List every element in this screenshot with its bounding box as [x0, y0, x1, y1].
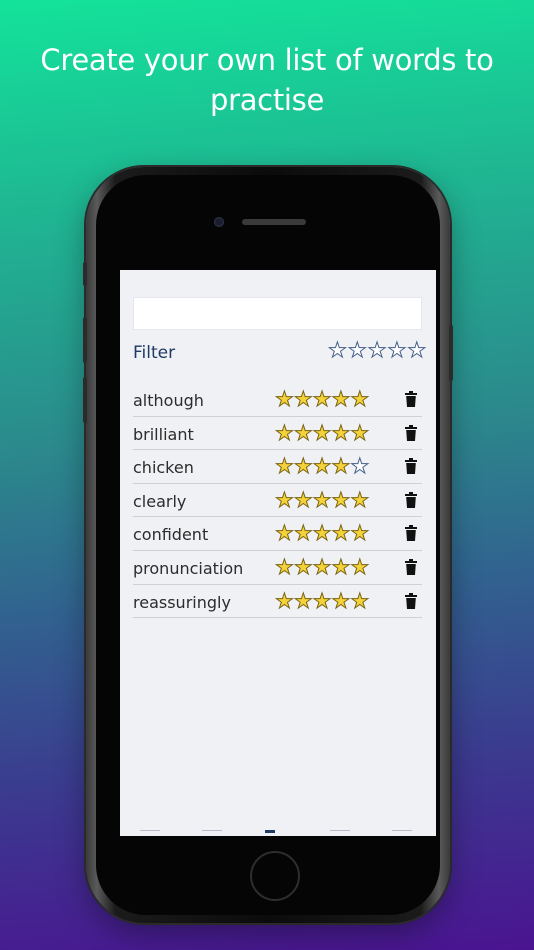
word-list: although ★ ★ ★ ★ ★ brilliant ★ ★ ★ ★ ★ chicken ★ ★ ★ ★ ★ c…	[133, 383, 422, 619]
star-filled-icon[interactable]: ★	[275, 556, 295, 578]
trash-icon[interactable]	[405, 458, 417, 475]
word-row[interactable]: reassuringly ★ ★ ★ ★ ★	[133, 585, 422, 619]
filter-label: Filter	[133, 343, 176, 363]
word-label: reassuringly	[133, 592, 231, 612]
star-filled-icon[interactable]: ★	[275, 422, 295, 444]
star-filled-icon[interactable]: ★	[293, 590, 313, 612]
word-rating-stars[interactable]: ★ ★ ★ ★ ★	[275, 556, 370, 578]
star-filled-icon[interactable]: ★	[312, 556, 332, 578]
star-filled-icon[interactable]: ★	[350, 590, 370, 612]
word-row[interactable]: chicken ★ ★ ★ ★ ★	[133, 450, 422, 484]
star-filled-icon[interactable]: ★	[275, 455, 295, 477]
star-filled-icon[interactable]: ★	[293, 556, 313, 578]
star-filled-icon[interactable]: ★	[293, 388, 313, 410]
star-filled-icon[interactable]: ★	[350, 489, 370, 511]
tab-item-active[interactable]	[265, 830, 275, 834]
star-filled-icon[interactable]: ★	[331, 556, 351, 578]
star-empty-icon[interactable]: ★	[367, 339, 387, 361]
volume-down-button	[83, 377, 87, 423]
star-filled-icon[interactable]: ★	[293, 422, 313, 444]
star-filled-icon[interactable]: ★	[275, 590, 295, 612]
star-filled-icon[interactable]: ★	[293, 455, 313, 477]
word-rating-stars[interactable]: ★ ★ ★ ★ ★	[275, 489, 370, 511]
trash-icon[interactable]	[405, 391, 417, 407]
star-filled-icon[interactable]: ★	[312, 522, 332, 544]
star-filled-icon[interactable]: ★	[275, 388, 295, 410]
app-screen: Filter ★ ★ ★ ★ ★ although ★ ★ ★ ★ ★ brilliant ★ ★ ★ ★ ★…	[120, 270, 436, 836]
star-filled-icon[interactable]: ★	[350, 388, 370, 410]
trash-icon[interactable]	[405, 491, 417, 508]
star-filled-icon[interactable]: ★	[331, 590, 351, 612]
word-rating-stars[interactable]: ★ ★ ★ ★ ★	[275, 455, 370, 477]
star-empty-icon[interactable]: ★	[328, 339, 348, 361]
tab-item[interactable]	[392, 830, 412, 834]
star-filled-icon[interactable]: ★	[312, 388, 332, 410]
star-filled-icon[interactable]: ★	[312, 590, 332, 612]
star-filled-icon[interactable]: ★	[293, 489, 313, 511]
filter-rating-stars[interactable]: ★ ★ ★ ★ ★	[328, 339, 427, 361]
star-filled-icon[interactable]: ★	[331, 455, 351, 477]
star-filled-icon[interactable]: ★	[312, 422, 332, 444]
word-rating-stars[interactable]: ★ ★ ★ ★ ★	[275, 422, 370, 444]
word-row[interactable]: clearly ★ ★ ★ ★ ★	[133, 484, 422, 518]
tab-item[interactable]	[330, 830, 350, 834]
word-row[interactable]: brilliant ★ ★ ★ ★ ★	[133, 417, 422, 451]
star-filled-icon[interactable]: ★	[331, 489, 351, 511]
star-empty-icon[interactable]: ★	[347, 339, 367, 361]
star-empty-icon[interactable]: ★	[350, 455, 370, 477]
trash-icon[interactable]	[405, 525, 417, 542]
word-label: although	[133, 391, 204, 410]
star-filled-icon[interactable]: ★	[293, 522, 313, 544]
search-input[interactable]	[133, 297, 422, 330]
word-row[interactable]: although ★ ★ ★ ★ ★	[133, 383, 422, 417]
word-label: clearly	[133, 491, 187, 511]
trash-icon[interactable]	[405, 424, 417, 441]
tab-item[interactable]	[202, 830, 222, 834]
mute-switch	[83, 262, 87, 286]
star-filled-icon[interactable]: ★	[275, 522, 295, 544]
star-filled-icon[interactable]: ★	[350, 522, 370, 544]
phone-frame: Filter ★ ★ ★ ★ ★ although ★ ★ ★ ★ ★ brilliant ★ ★ ★ ★ ★…	[83, 167, 453, 923]
star-filled-icon[interactable]: ★	[312, 455, 332, 477]
word-rating-stars[interactable]: ★ ★ ★ ★ ★	[275, 522, 370, 544]
power-button	[449, 325, 453, 381]
word-label: chicken	[133, 458, 194, 478]
earpiece-speaker	[242, 219, 306, 225]
phone-bezel: Filter ★ ★ ★ ★ ★ although ★ ★ ★ ★ ★ brilliant ★ ★ ★ ★ ★…	[96, 175, 440, 915]
trash-icon[interactable]	[405, 558, 417, 575]
trash-icon[interactable]	[405, 592, 417, 609]
star-filled-icon[interactable]: ★	[350, 556, 370, 578]
front-camera	[214, 217, 224, 227]
volume-up-button	[83, 317, 87, 363]
star-filled-icon[interactable]: ★	[275, 489, 295, 511]
word-rating-stars[interactable]: ★ ★ ★ ★ ★	[275, 388, 370, 410]
word-label: brilliant	[133, 424, 194, 444]
word-row[interactable]: pronunciation ★ ★ ★ ★ ★	[133, 551, 422, 585]
word-label: pronunciation	[133, 558, 244, 578]
star-filled-icon[interactable]: ★	[331, 388, 351, 410]
tab-bar[interactable]	[120, 830, 436, 836]
star-filled-icon[interactable]: ★	[312, 489, 332, 511]
star-filled-icon[interactable]: ★	[331, 522, 351, 544]
marketing-headline: Create your own list of words to practis…	[40, 43, 494, 117]
word-row[interactable]: confident ★ ★ ★ ★ ★	[133, 517, 422, 551]
word-rating-stars[interactable]: ★ ★ ★ ★ ★	[275, 590, 370, 612]
star-filled-icon[interactable]: ★	[350, 422, 370, 444]
tab-item[interactable]	[140, 830, 160, 834]
star-filled-icon[interactable]: ★	[331, 422, 351, 444]
word-label: confident	[133, 525, 209, 545]
home-button[interactable]	[250, 851, 300, 901]
star-empty-icon[interactable]: ★	[407, 339, 427, 361]
star-empty-icon[interactable]: ★	[387, 339, 407, 361]
